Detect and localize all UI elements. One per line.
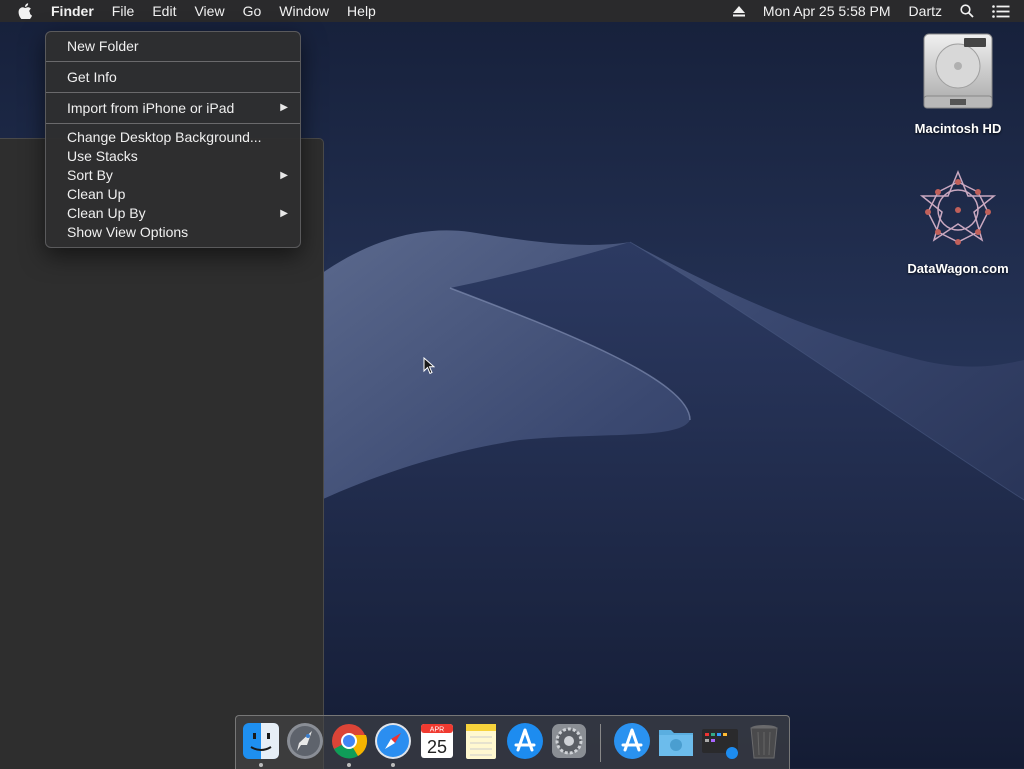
desktop-icon-label: Macintosh HD [914,121,1002,136]
menu-item-sort-by[interactable]: Sort By ▶ [46,166,300,185]
menu-view[interactable]: View [185,0,233,22]
menu-item-clean-up-by[interactable]: Clean Up By ▶ [46,204,300,223]
submenu-arrow-icon: ▶ [280,208,288,219]
menubar-user[interactable]: Dartz [900,0,951,22]
spotlight-search-icon[interactable] [951,0,983,22]
safari-icon [375,723,411,759]
menu-app-finder[interactable]: Finder [42,0,103,22]
menu-item-label: New Folder [67,38,139,54]
menu-item-show-view-options[interactable]: Show View Options [46,223,300,242]
datawagon-disk-image-icon [919,170,997,245]
menu-item-get-info[interactable]: Get Info [46,66,300,88]
menu-item-label: Get Info [67,69,117,85]
finder-icon [243,723,279,759]
dock-item-applications[interactable] [612,721,652,761]
dock-item-finder[interactable] [241,721,281,767]
dock-item-notes[interactable] [461,721,501,761]
running-indicator [259,763,263,767]
dock-item-chrome[interactable] [329,721,369,767]
dock-item-trash[interactable] [744,721,784,761]
menu-item-label: Use Stacks [67,148,138,164]
dock-item-downloads[interactable] [656,721,696,761]
desktop-icon-macintosh-hd[interactable]: Macintosh HD [898,32,1018,136]
dock-item-safari[interactable] [373,721,413,767]
menu-item-change-desktop-background[interactable]: Change Desktop Background... [46,128,300,147]
desktop-icon-datawagon[interactable]: DataWagon.com [898,168,1018,276]
running-indicator [347,763,351,767]
running-indicator [391,763,395,767]
menu-separator [46,123,300,124]
calendar-day: 25 [427,737,447,757]
hard-drive-icon [923,33,993,109]
menu-separator [46,92,300,93]
recent-stack-icon [702,729,738,759]
menu-item-label: Clean Up [67,186,126,202]
menu-item-label: Import from iPhone or iPad [67,100,235,116]
desktop-icon-label: DataWagon.com [907,261,1009,276]
apple-logo-icon[interactable] [0,3,42,19]
dock-item-app-store[interactable] [505,721,545,761]
menubar-clock[interactable]: Mon Apr 25 5:58 PM [754,0,900,22]
dock-item-system-preferences[interactable] [549,721,589,761]
menu-bar: Finder File Edit View Go Window Help Mon… [0,0,1024,22]
menu-item-label: Clean Up By [67,205,146,221]
trash-icon [750,725,778,759]
chrome-icon [332,724,368,759]
downloads-folder-icon [659,730,693,756]
applications-folder-icon [614,723,650,759]
menu-item-label: Change Desktop Background... [67,129,262,145]
dock-separator [600,724,601,762]
submenu-arrow-icon: ▶ [280,170,288,181]
dock: APR 25 [235,715,790,769]
launchpad-icon [287,723,323,759]
menu-item-clean-up[interactable]: Clean Up [46,185,300,204]
menu-item-label: Show View Options [67,224,189,240]
submenu-arrow-icon: ▶ [280,102,288,113]
app-store-icon [507,723,543,759]
menu-item-import-from-iphone[interactable]: Import from iPhone or iPad ▶ [46,97,300,119]
menu-item-label: Sort By [67,167,113,183]
dock-item-recent-stack[interactable] [700,721,740,761]
menu-window[interactable]: Window [270,0,338,22]
menu-edit[interactable]: Edit [143,0,185,22]
eject-icon[interactable] [724,0,754,22]
menu-file[interactable]: File [103,0,144,22]
mouse-cursor-icon [423,357,435,375]
menu-separator [46,61,300,62]
calendar-month: APR [430,727,444,734]
menu-help[interactable]: Help [338,0,385,22]
system-preferences-icon [552,724,586,758]
dock-item-launchpad[interactable] [285,721,325,761]
desktop-context-menu: New Folder Get Info Import from iPhone o… [45,31,301,248]
dock-item-calendar[interactable]: APR 25 [417,721,457,761]
menu-go[interactable]: Go [234,0,271,22]
notification-center-icon[interactable] [983,0,1024,22]
notes-icon [466,724,496,759]
menu-item-use-stacks[interactable]: Use Stacks [46,147,300,166]
menu-item-new-folder[interactable]: New Folder [46,35,300,57]
calendar-icon: APR 25 [421,724,453,758]
